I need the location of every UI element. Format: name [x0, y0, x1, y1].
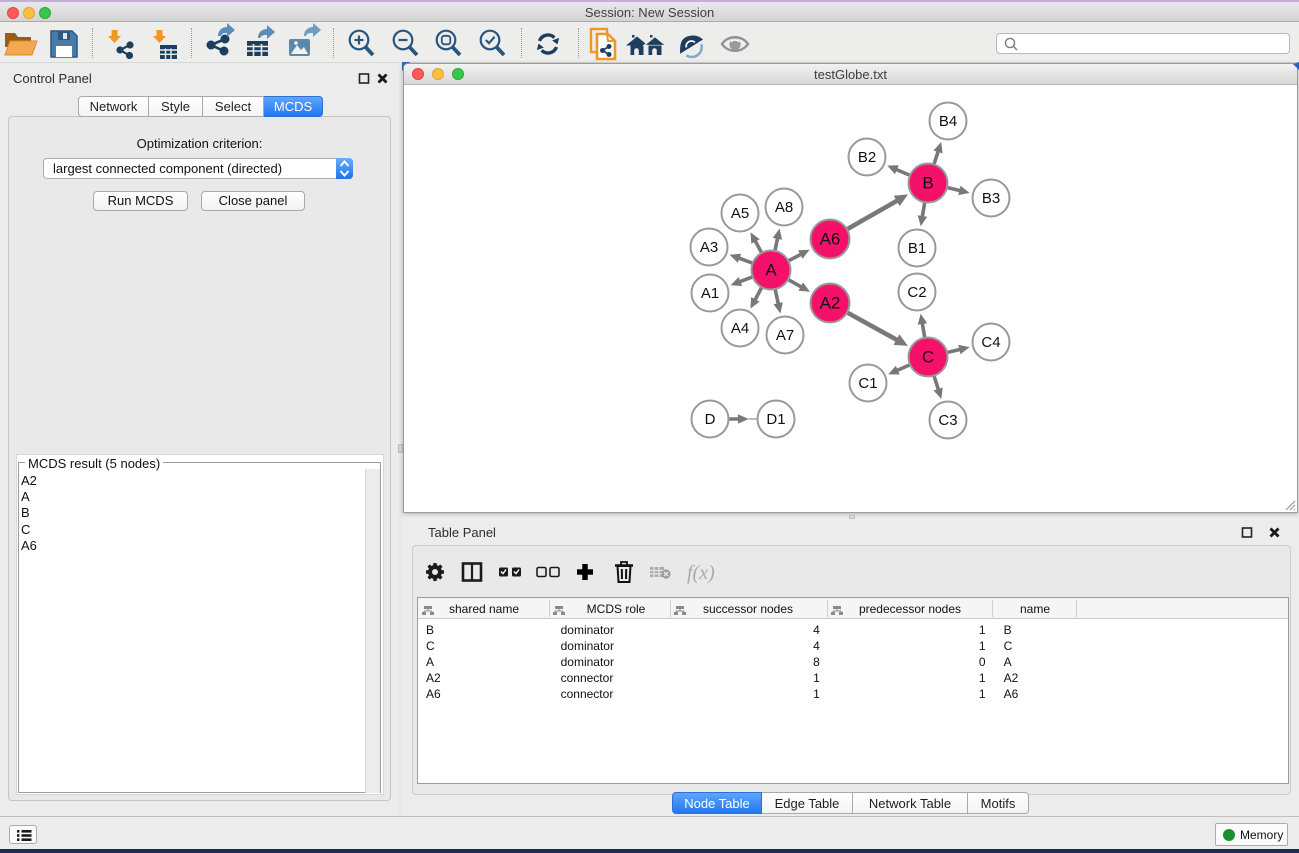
svg-text:B: B [922, 174, 933, 193]
svg-text:MCDS role: MCDS role [587, 602, 646, 616]
svg-text:name: name [1020, 602, 1050, 616]
svg-text:A2: A2 [820, 294, 841, 313]
svg-text:B1: B1 [908, 240, 926, 257]
svg-text:A3: A3 [700, 239, 718, 256]
svg-text:C4: C4 [981, 334, 1000, 351]
svg-text:successor nodes: successor nodes [703, 602, 793, 616]
svg-text:A: A [765, 261, 777, 280]
svg-text:B2: B2 [858, 149, 876, 166]
svg-text:D1: D1 [766, 411, 785, 428]
svg-text:A5: A5 [731, 205, 749, 222]
svg-text:C2: C2 [907, 284, 926, 301]
svg-text:A6: A6 [820, 230, 841, 249]
svg-text:A4: A4 [731, 320, 749, 337]
svg-text:C: C [922, 348, 934, 367]
svg-text:A1: A1 [701, 285, 719, 302]
svg-text:C1: C1 [858, 375, 877, 392]
svg-text:B4: B4 [939, 113, 957, 130]
svg-text:f(x): f(x) [687, 562, 715, 584]
svg-text:D: D [705, 411, 716, 428]
svg-text:C3: C3 [938, 412, 957, 429]
svg-text:shared name: shared name [449, 602, 519, 616]
svg-text:A7: A7 [776, 327, 794, 344]
svg-text:B3: B3 [982, 190, 1000, 207]
svg-text:A8: A8 [775, 199, 793, 216]
svg-text:predecessor nodes: predecessor nodes [859, 602, 961, 616]
